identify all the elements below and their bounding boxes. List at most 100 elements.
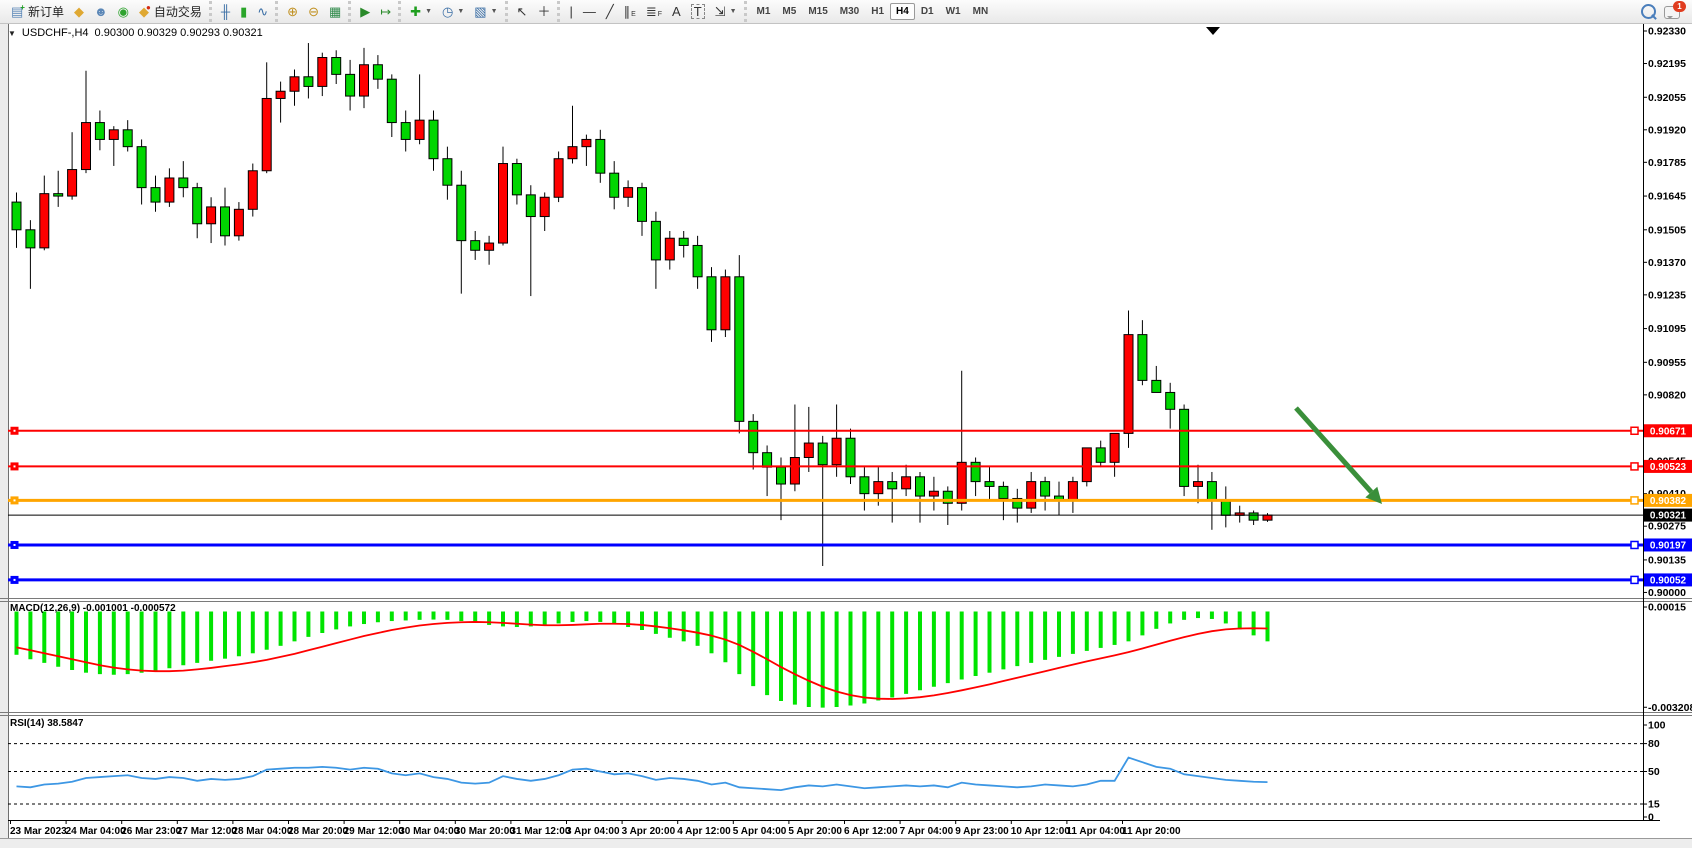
candle[interactable] <box>26 230 35 248</box>
channel-button[interactable]: ∥E <box>619 1 641 23</box>
candle[interactable] <box>985 482 994 487</box>
candle[interactable] <box>874 482 883 494</box>
new-order-button[interactable]: ▤+新订单 <box>6 1 69 23</box>
timeframe-m1-button[interactable]: M1 <box>751 3 777 20</box>
autotrading-button[interactable]: ◆●自动交易 <box>134 1 207 23</box>
candle[interactable] <box>1082 448 1091 482</box>
arrows-button-dropdown-icon[interactable]: ▼ <box>730 8 737 15</box>
timeframe-h4-button[interactable]: H4 <box>890 3 915 20</box>
candle[interactable] <box>804 443 813 457</box>
candle[interactable] <box>193 188 202 224</box>
candle[interactable] <box>12 202 21 230</box>
text-button[interactable]: A <box>667 1 686 23</box>
candle[interactable] <box>123 130 132 147</box>
bar-chart-button[interactable]: ╫ <box>216 1 235 23</box>
candle[interactable] <box>82 123 91 170</box>
tile-windows-button[interactable]: ▦ <box>324 1 346 23</box>
auto-scroll-button[interactable]: ▶ <box>355 1 375 23</box>
candle[interactable] <box>387 79 396 122</box>
timeframe-m5-button[interactable]: M5 <box>776 3 802 20</box>
candle[interactable] <box>957 462 966 503</box>
candle[interactable] <box>596 139 605 173</box>
zoom-out-button[interactable]: ⊖ <box>303 1 324 23</box>
candle[interactable] <box>790 458 799 485</box>
candle[interactable] <box>999 486 1008 498</box>
text-label-button[interactable]: T <box>686 1 710 23</box>
candle[interactable] <box>207 207 216 224</box>
candle[interactable] <box>1221 501 1230 515</box>
candle[interactable] <box>902 477 911 489</box>
fibonacci-button[interactable]: ≣F <box>641 1 667 23</box>
candle[interactable] <box>1027 482 1036 509</box>
candle[interactable] <box>1194 482 1203 487</box>
candle[interactable] <box>54 194 63 196</box>
candle[interactable] <box>415 120 424 139</box>
candle[interactable] <box>95 123 104 140</box>
zoom-in-button[interactable]: ⊕ <box>282 1 303 23</box>
candle[interactable] <box>346 74 355 96</box>
periods-button[interactable]: ◷▼ <box>437 1 469 23</box>
candle[interactable] <box>109 130 118 140</box>
candle[interactable] <box>1041 482 1050 496</box>
line-chart-button[interactable]: ∿ <box>252 1 273 23</box>
candle[interactable] <box>179 178 188 188</box>
indicators-button[interactable]: ✚▼ <box>405 1 437 23</box>
indicators-button-dropdown-icon[interactable]: ▼ <box>425 8 432 15</box>
candle[interactable] <box>916 477 925 496</box>
chart-shift-button[interactable]: ↦ <box>375 1 396 23</box>
line-handle[interactable] <box>1631 427 1638 434</box>
candle[interactable] <box>638 188 647 222</box>
signals-button[interactable]: ◉ <box>113 1 134 23</box>
candle[interactable] <box>318 58 327 87</box>
candle[interactable] <box>1263 515 1272 520</box>
candle[interactable] <box>665 238 674 260</box>
candle[interactable] <box>151 188 160 202</box>
candle[interactable] <box>818 443 827 465</box>
timeframe-mn-button[interactable]: MN <box>967 3 995 20</box>
candle[interactable] <box>526 195 535 217</box>
crosshair-button[interactable]: ＋ <box>532 1 555 23</box>
candle[interactable] <box>262 98 271 170</box>
candle[interactable] <box>651 221 660 260</box>
chevron-down-icon[interactable]: ▼ <box>8 29 16 38</box>
candle[interactable] <box>1166 392 1175 409</box>
candle[interactable] <box>332 58 341 75</box>
candle[interactable] <box>554 159 563 198</box>
candle[interactable] <box>1138 335 1147 381</box>
timeframe-w1-button[interactable]: W1 <box>940 3 967 20</box>
candle[interactable] <box>624 188 633 198</box>
candle[interactable] <box>304 77 313 87</box>
candle[interactable] <box>471 241 480 251</box>
candle[interactable] <box>401 123 410 140</box>
candle[interactable] <box>290 77 299 91</box>
candle[interactable] <box>1207 482 1216 501</box>
candle[interactable] <box>929 491 938 496</box>
chart-window[interactable]: ▼ USDCHF-,H4 0.90300 0.90329 0.90293 0.9… <box>0 24 1692 848</box>
candle[interactable] <box>971 462 980 481</box>
candle[interactable] <box>679 238 688 245</box>
templates-button[interactable]: ▧▼ <box>469 1 502 23</box>
candle[interactable] <box>721 277 730 330</box>
candlestick-button[interactable]: ▮ <box>235 1 252 23</box>
candle[interactable] <box>429 120 438 159</box>
chart-canvas[interactable]: 0.923300.921950.920550.919200.917850.916… <box>0 24 1692 848</box>
candle[interactable] <box>485 243 494 250</box>
trendline-button[interactable]: ╱ <box>601 1 619 23</box>
candle[interactable] <box>568 147 577 159</box>
candle[interactable] <box>763 453 772 467</box>
candle[interactable] <box>1180 409 1189 486</box>
candle[interactable] <box>68 170 77 197</box>
candle[interactable] <box>373 65 382 79</box>
candle[interactable] <box>1068 482 1077 501</box>
candle[interactable] <box>360 65 369 96</box>
community-button[interactable]: ☻ <box>89 1 113 23</box>
candle[interactable] <box>777 467 786 484</box>
candle[interactable] <box>749 421 758 452</box>
candle[interactable] <box>457 185 466 240</box>
candle[interactable] <box>860 477 869 494</box>
periods-button-dropdown-icon[interactable]: ▼ <box>457 8 464 15</box>
candle[interactable] <box>582 139 591 146</box>
candle[interactable] <box>832 438 841 465</box>
candle[interactable] <box>610 173 619 197</box>
candle[interactable] <box>540 197 549 216</box>
